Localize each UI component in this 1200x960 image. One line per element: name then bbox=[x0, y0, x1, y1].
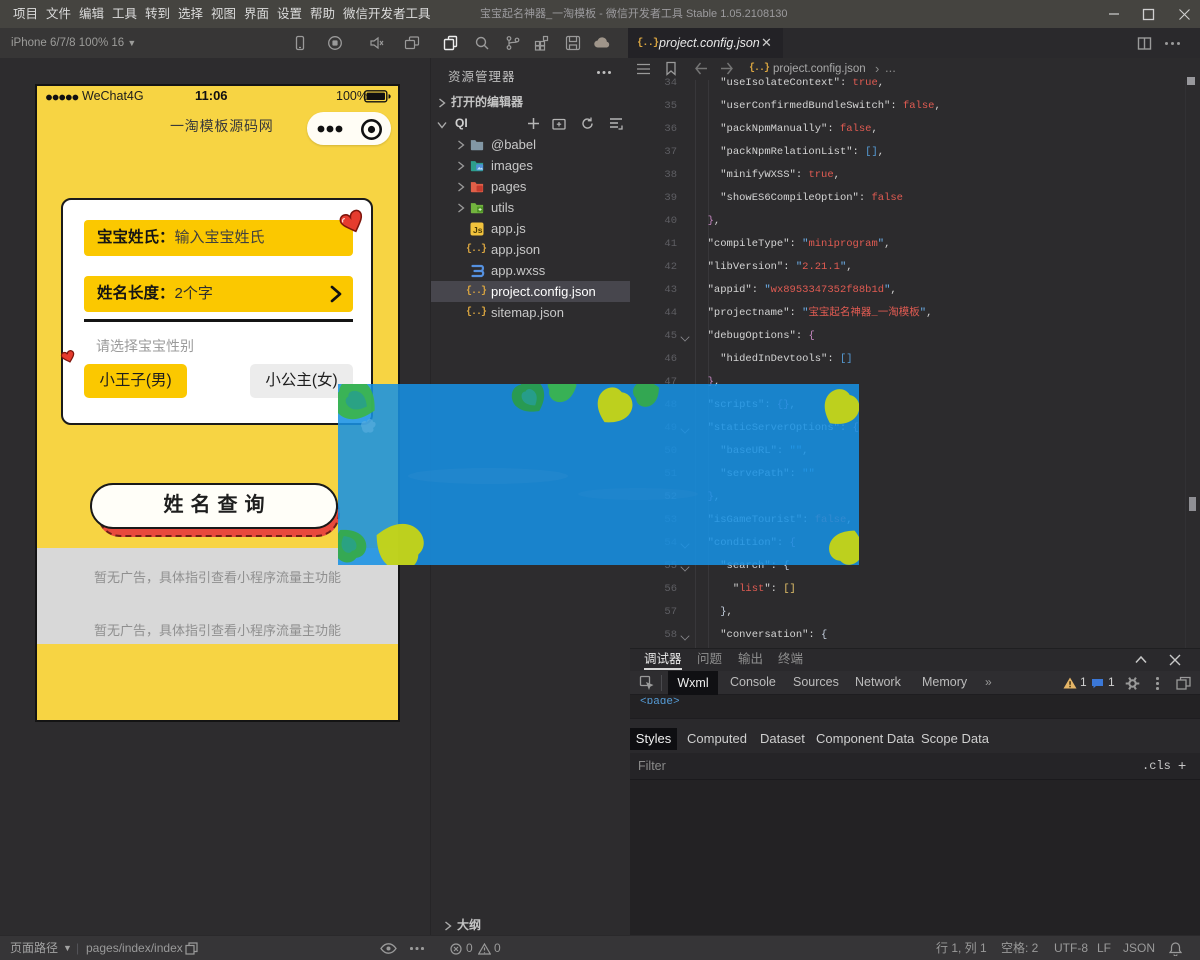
svg-text:Js: Js bbox=[473, 225, 483, 235]
